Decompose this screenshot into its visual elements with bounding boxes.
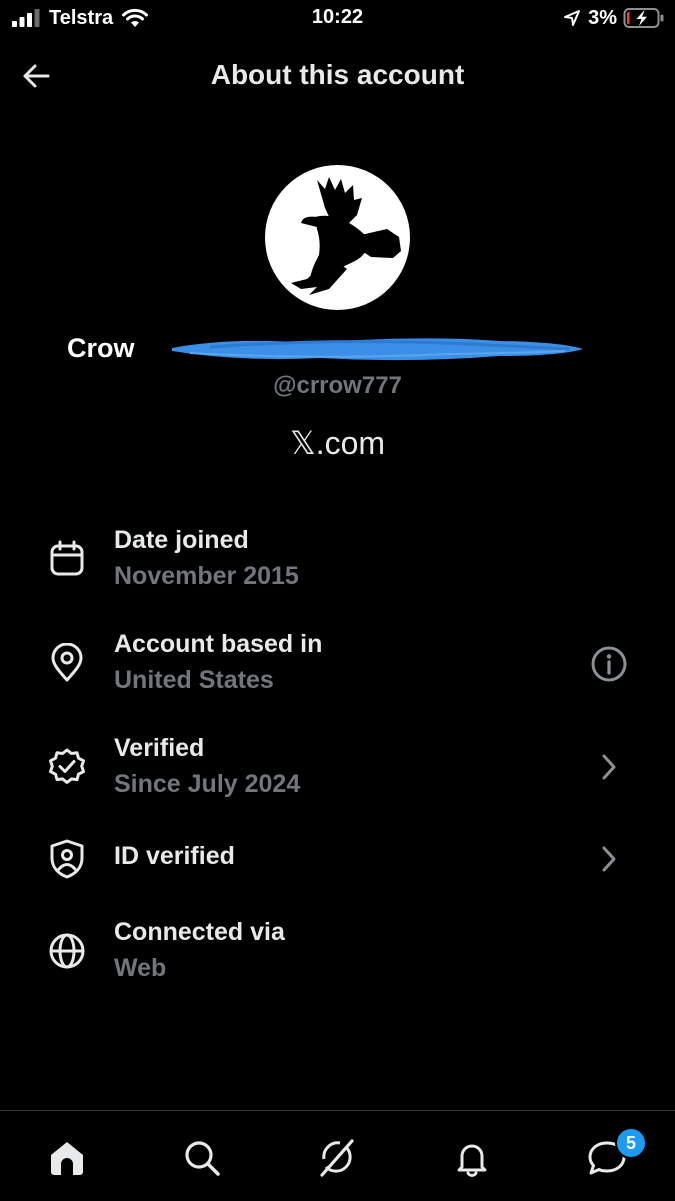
id-shield-icon — [46, 838, 88, 880]
location-arrow-icon — [564, 10, 581, 26]
info-row-account-based-in: Account based in United States — [0, 626, 675, 706]
row-value: November 2015 — [114, 562, 299, 590]
row-value: Since July 2024 — [114, 770, 301, 798]
notifications-bell-icon — [457, 1144, 487, 1177]
header: About this account — [0, 48, 675, 104]
row-label: Verified — [114, 734, 205, 762]
location-pin-icon — [46, 642, 88, 684]
platform-link: 𝕏.com — [289, 425, 386, 461]
home-icon — [51, 1142, 83, 1175]
row-label: Date joined — [114, 526, 249, 554]
battery-charging-icon — [623, 8, 664, 28]
display-name: Crow — [67, 333, 135, 363]
info-icon — [591, 646, 627, 682]
status-bar-right: 3% — [562, 6, 665, 30]
calendar-icon — [46, 538, 88, 580]
crow-silhouette-image — [291, 177, 401, 295]
nav-notifications[interactable] — [447, 1133, 497, 1183]
info-button[interactable] — [587, 642, 631, 686]
verified-chevron[interactable] — [587, 745, 631, 789]
redaction-scribble — [172, 338, 583, 361]
bottom-navigation — [0, 1110, 675, 1201]
row-label: ID verified — [114, 842, 235, 870]
info-row-id-verified[interactable]: ID verified — [0, 838, 675, 918]
chevron-right-icon — [602, 754, 616, 780]
row-value: United States — [114, 666, 274, 694]
account-handle: @crrow777 — [273, 372, 402, 399]
info-row-connected-via: Connected via Web — [0, 914, 675, 994]
verified-badge-icon — [46, 746, 88, 788]
grok-icon — [320, 1139, 354, 1177]
nav-search[interactable] — [177, 1133, 227, 1183]
page-title: About this account — [210, 59, 465, 90]
chevron-right-icon — [602, 846, 616, 872]
info-row-verified[interactable]: Verified Since July 2024 — [0, 730, 675, 810]
info-row-date-joined: Date joined November 2015 — [0, 522, 675, 602]
battery-percentage: 3% — [588, 6, 617, 29]
globe-icon — [46, 930, 88, 972]
messages-unread-badge: 5 — [615, 1127, 647, 1159]
id-verified-chevron[interactable] — [587, 837, 631, 881]
search-icon — [185, 1141, 220, 1176]
row-value: Web — [114, 954, 167, 982]
nav-home[interactable] — [42, 1133, 92, 1183]
row-label: Connected via — [114, 918, 285, 946]
row-label: Account based in — [114, 630, 323, 658]
status-bar: Telstra 10:22 3% — [0, 0, 675, 40]
nav-grok[interactable] — [312, 1133, 362, 1183]
avatar[interactable] — [265, 165, 410, 310]
